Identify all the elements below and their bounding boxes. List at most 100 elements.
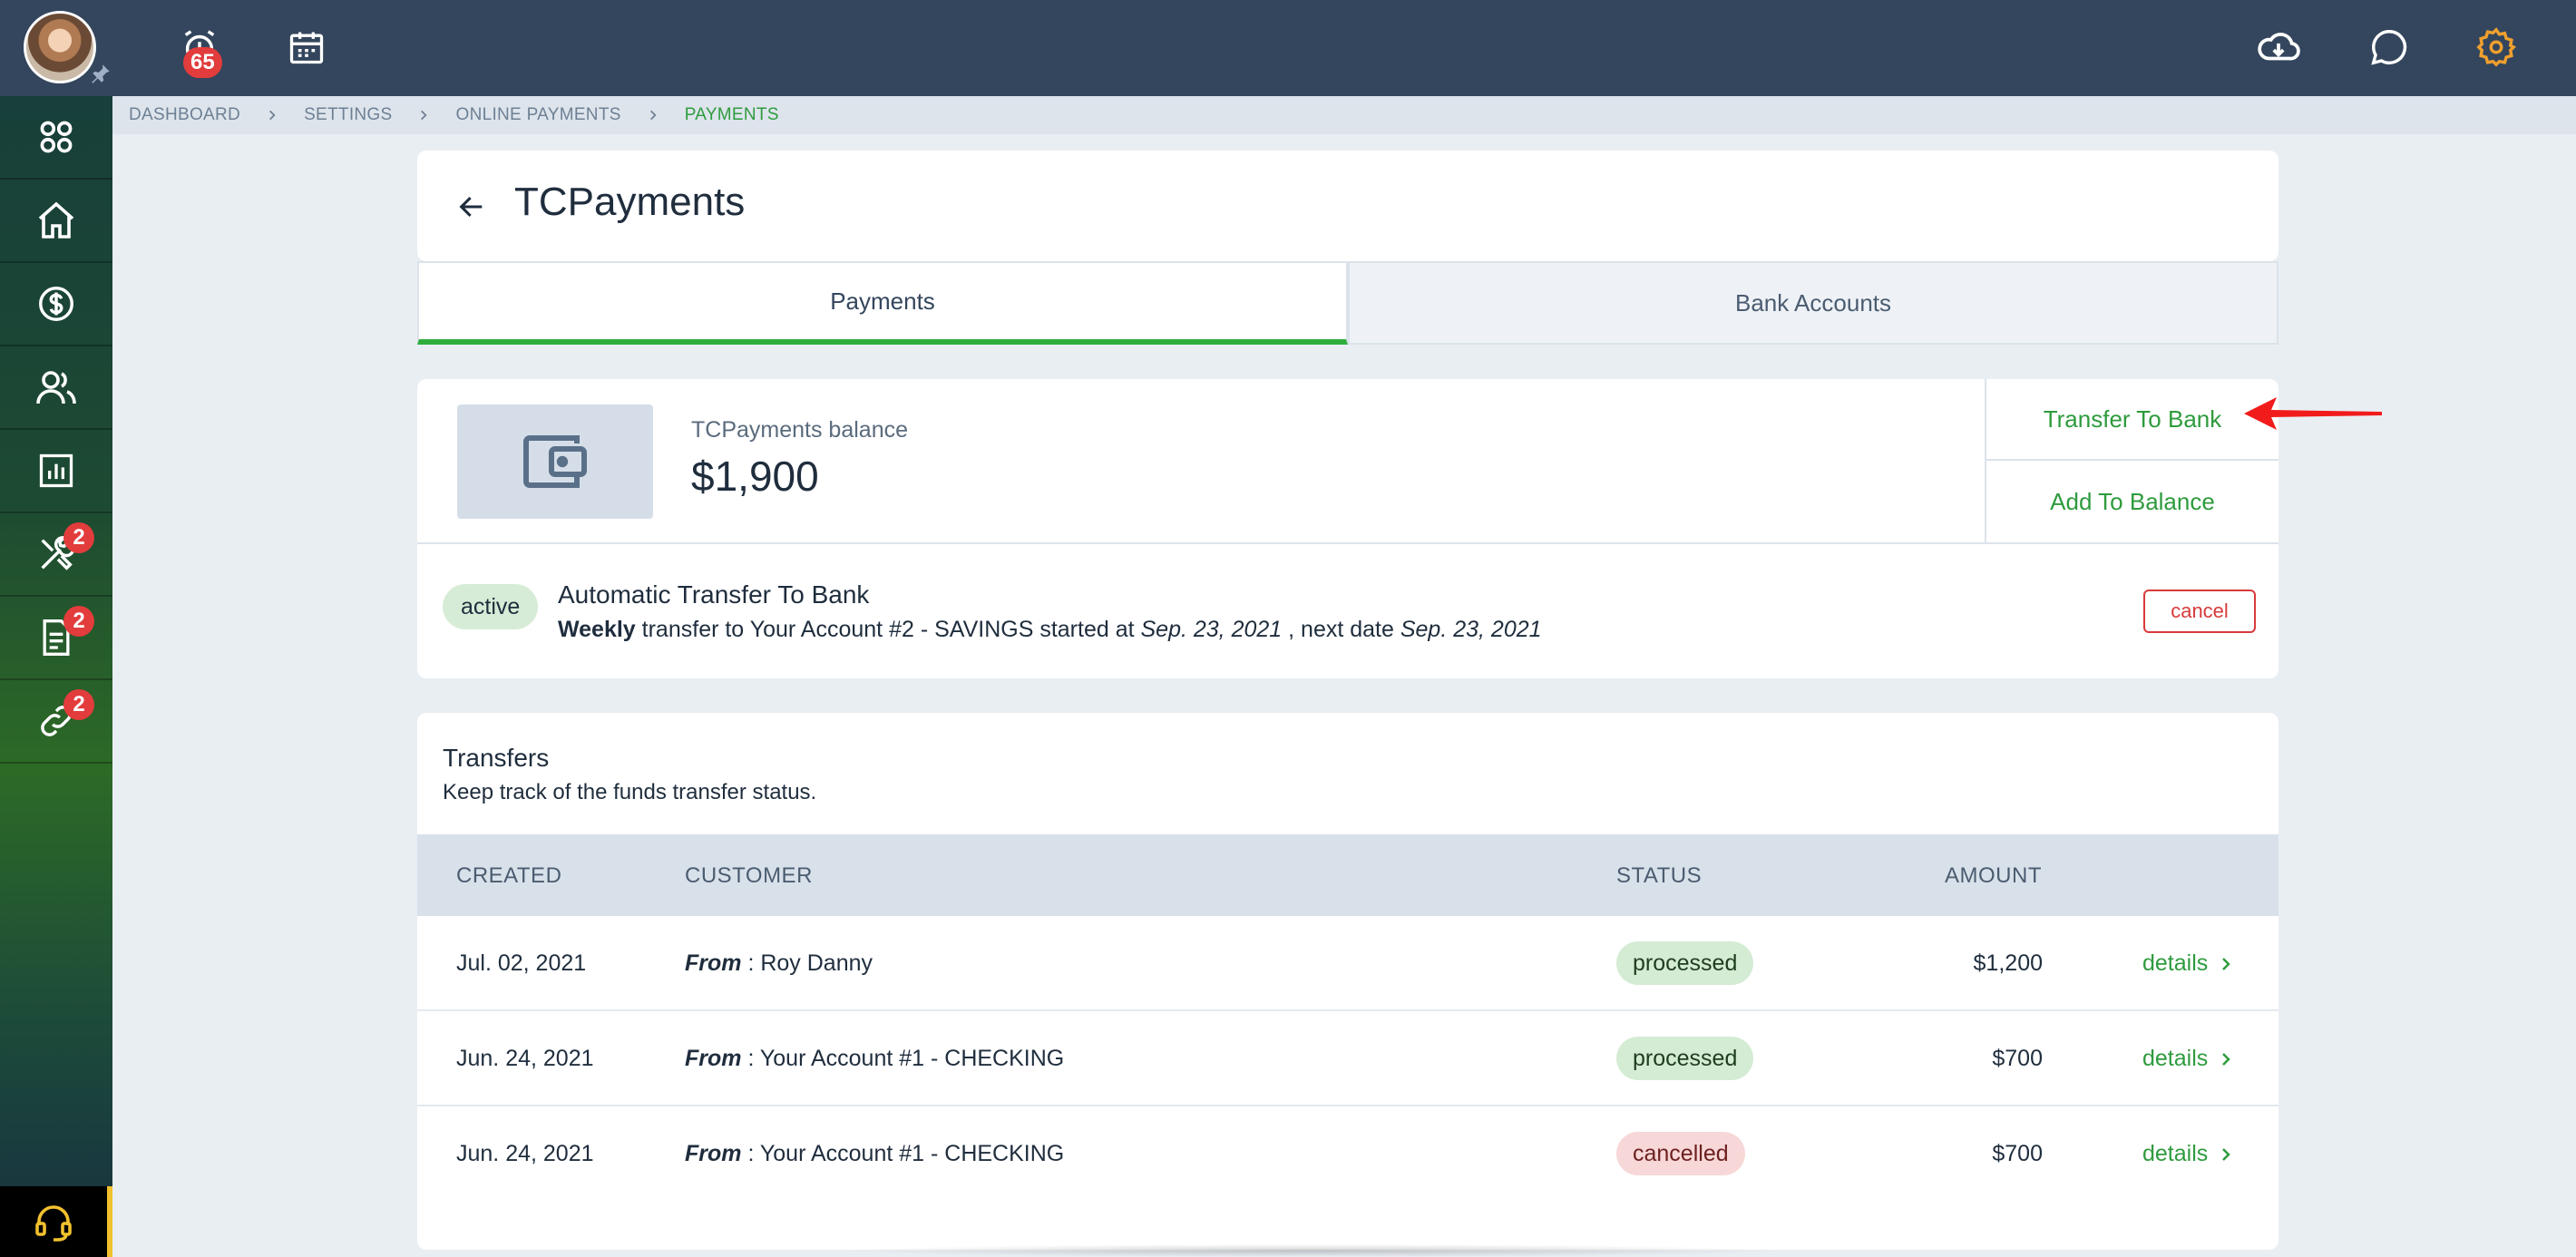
sidebar-item-customers[interactable] <box>0 346 112 430</box>
tab-bank-accounts[interactable]: Bank Accounts <box>1348 261 2278 345</box>
transfers-subtitle: Keep track of the funds transfer status. <box>443 780 817 804</box>
row-created: Jun. 24, 2021 <box>456 1141 594 1166</box>
status-badge: processed <box>1616 941 1754 985</box>
sidebar-badge: 2 <box>63 689 94 720</box>
row-created: Jun. 24, 2021 <box>456 1046 594 1071</box>
balance-card: TCPayments balance $1,900 Transfer To Ba… <box>417 379 2278 678</box>
details-link[interactable]: details <box>2142 1141 2231 1167</box>
sidebar-item-apps[interactable] <box>0 96 112 180</box>
row-amount: $1,200 <box>1973 950 2043 976</box>
auto-transfer-next-date: Sep. 23, 2021 <box>1400 617 1542 642</box>
auto-transfer-description: Weekly transfer to Your Account #2 - SAV… <box>558 617 1542 643</box>
row-customer: From : Your Account #1 - CHECKING <box>685 1141 1064 1167</box>
cloud-download-button[interactable] <box>2251 20 2306 74</box>
breadcrumb: DASHBOARD SETTINGS ONLINE PAYMENTS PAYME… <box>112 96 2576 134</box>
balance-label: TCPayments balance <box>691 417 909 443</box>
row-amount: $700 <box>1992 1141 2043 1166</box>
from-label: From <box>685 1141 742 1166</box>
settings-button[interactable] <box>2469 20 2523 74</box>
row-amount: $700 <box>1992 1046 2043 1071</box>
users-icon <box>36 371 76 404</box>
status-badge: cancelled <box>1616 1132 1745 1175</box>
table-row: Jul. 02, 2021 From : Roy Danny processed… <box>417 916 2278 1011</box>
scroll-shadow <box>834 1244 1787 1257</box>
user-avatar[interactable] <box>24 11 96 83</box>
sidebar-badge: 2 <box>63 606 94 637</box>
details-link[interactable]: details <box>2142 950 2231 977</box>
column-amount[interactable]: AMOUNT <box>1945 863 2042 889</box>
customer-name: : Roy Danny <box>741 950 873 976</box>
chat-button[interactable] <box>2362 20 2416 74</box>
page-header: TCPayments <box>417 151 2278 261</box>
sidebar-item-links[interactable]: 2 <box>0 680 112 764</box>
notifications-badge: 65 <box>183 47 222 78</box>
breadcrumb-payments: PAYMENTS <box>684 105 779 124</box>
sidebar-item-tools[interactable]: 2 <box>0 513 112 597</box>
breadcrumb-settings[interactable]: SETTINGS <box>304 105 392 125</box>
auto-transfer-frequency: Weekly <box>558 617 636 642</box>
apps-icon <box>40 121 73 153</box>
breadcrumb-online-payments[interactable]: ONLINE PAYMENTS <box>455 105 620 125</box>
from-label: From <box>685 1046 742 1071</box>
auto-transfer-start-date: Sep. 23, 2021 <box>1140 617 1283 642</box>
row-created: Jul. 02, 2021 <box>456 950 587 976</box>
arrow-left-icon <box>459 196 483 218</box>
chevron-right-icon <box>2222 1147 2231 1161</box>
pin-icon <box>92 64 110 83</box>
calendar-button[interactable] <box>279 20 334 74</box>
transfer-to-bank-button[interactable]: Transfer To Bank <box>1986 379 2278 461</box>
sidebar-item-home[interactable] <box>0 180 112 263</box>
chevron-right-icon <box>417 109 430 122</box>
status-badge: processed <box>1616 1037 1754 1080</box>
column-created[interactable]: CREATED <box>456 863 561 889</box>
cloud-download-icon <box>2258 33 2300 61</box>
tabs: Payments Bank Accounts <box>417 261 2278 345</box>
top-bar: 65 <box>0 0 2576 96</box>
wallet-image <box>457 404 653 519</box>
details-label: details <box>2142 950 2209 976</box>
customer-name: : Your Account #1 - CHECKING <box>741 1141 1065 1166</box>
cancel-button[interactable]: cancel <box>2143 590 2256 633</box>
table-header: CREATED CUSTOMER STATUS AMOUNT <box>417 834 2278 916</box>
details-label: details <box>2142 1141 2209 1166</box>
wallet-icon <box>523 435 587 488</box>
customer-name: : Your Account #1 - CHECKING <box>741 1046 1065 1071</box>
details-label: details <box>2142 1046 2209 1071</box>
chevron-right-icon <box>266 109 278 122</box>
balance-actions: Transfer To Bank Add To Balance <box>1985 379 2278 542</box>
chevron-right-icon <box>647 109 659 122</box>
sidebar-item-payments[interactable] <box>0 263 112 346</box>
auto-transfer-text: , next date <box>1282 617 1400 642</box>
chevron-right-icon <box>2222 1052 2231 1066</box>
dollar-icon <box>39 287 73 321</box>
support-button[interactable] <box>0 1186 112 1257</box>
home-icon <box>38 201 74 239</box>
column-status[interactable]: STATUS <box>1616 863 1702 889</box>
tab-payments[interactable]: Payments <box>417 261 1348 345</box>
alarm-button[interactable]: 65 <box>172 20 227 78</box>
add-to-balance-button[interactable]: Add To Balance <box>1986 461 2278 542</box>
divider <box>417 542 2278 544</box>
auto-transfer-status-badge: active <box>443 584 539 629</box>
headset-icon <box>35 1205 72 1242</box>
sidebar-item-documents[interactable]: 2 <box>0 597 112 680</box>
sidebar-item-reports[interactable] <box>0 430 112 513</box>
chat-icon <box>2371 30 2407 65</box>
transfers-title: Transfers <box>443 744 550 772</box>
column-customer[interactable]: CUSTOMER <box>685 863 813 889</box>
red-arrow-icon <box>2244 397 2382 430</box>
table-row: Jun. 24, 2021 From : Your Account #1 - C… <box>417 1106 2278 1202</box>
sidebar-badge: 2 <box>63 522 94 553</box>
reports-icon <box>39 453 73 488</box>
details-link[interactable]: details <box>2142 1046 2231 1072</box>
row-customer: From : Roy Danny <box>685 950 873 977</box>
auto-transfer-title: Automatic Transfer To Bank <box>558 580 870 609</box>
table-row: Jun. 24, 2021 From : Your Account #1 - C… <box>417 1011 2278 1106</box>
page-title: TCPayments <box>514 180 746 224</box>
breadcrumb-dashboard[interactable]: DASHBOARD <box>129 105 240 125</box>
gear-icon <box>2476 27 2517 67</box>
calendar-icon <box>289 32 324 64</box>
sidebar: 2 2 2 <box>0 96 112 1257</box>
from-label: From <box>685 950 742 976</box>
back-button[interactable] <box>452 187 492 227</box>
